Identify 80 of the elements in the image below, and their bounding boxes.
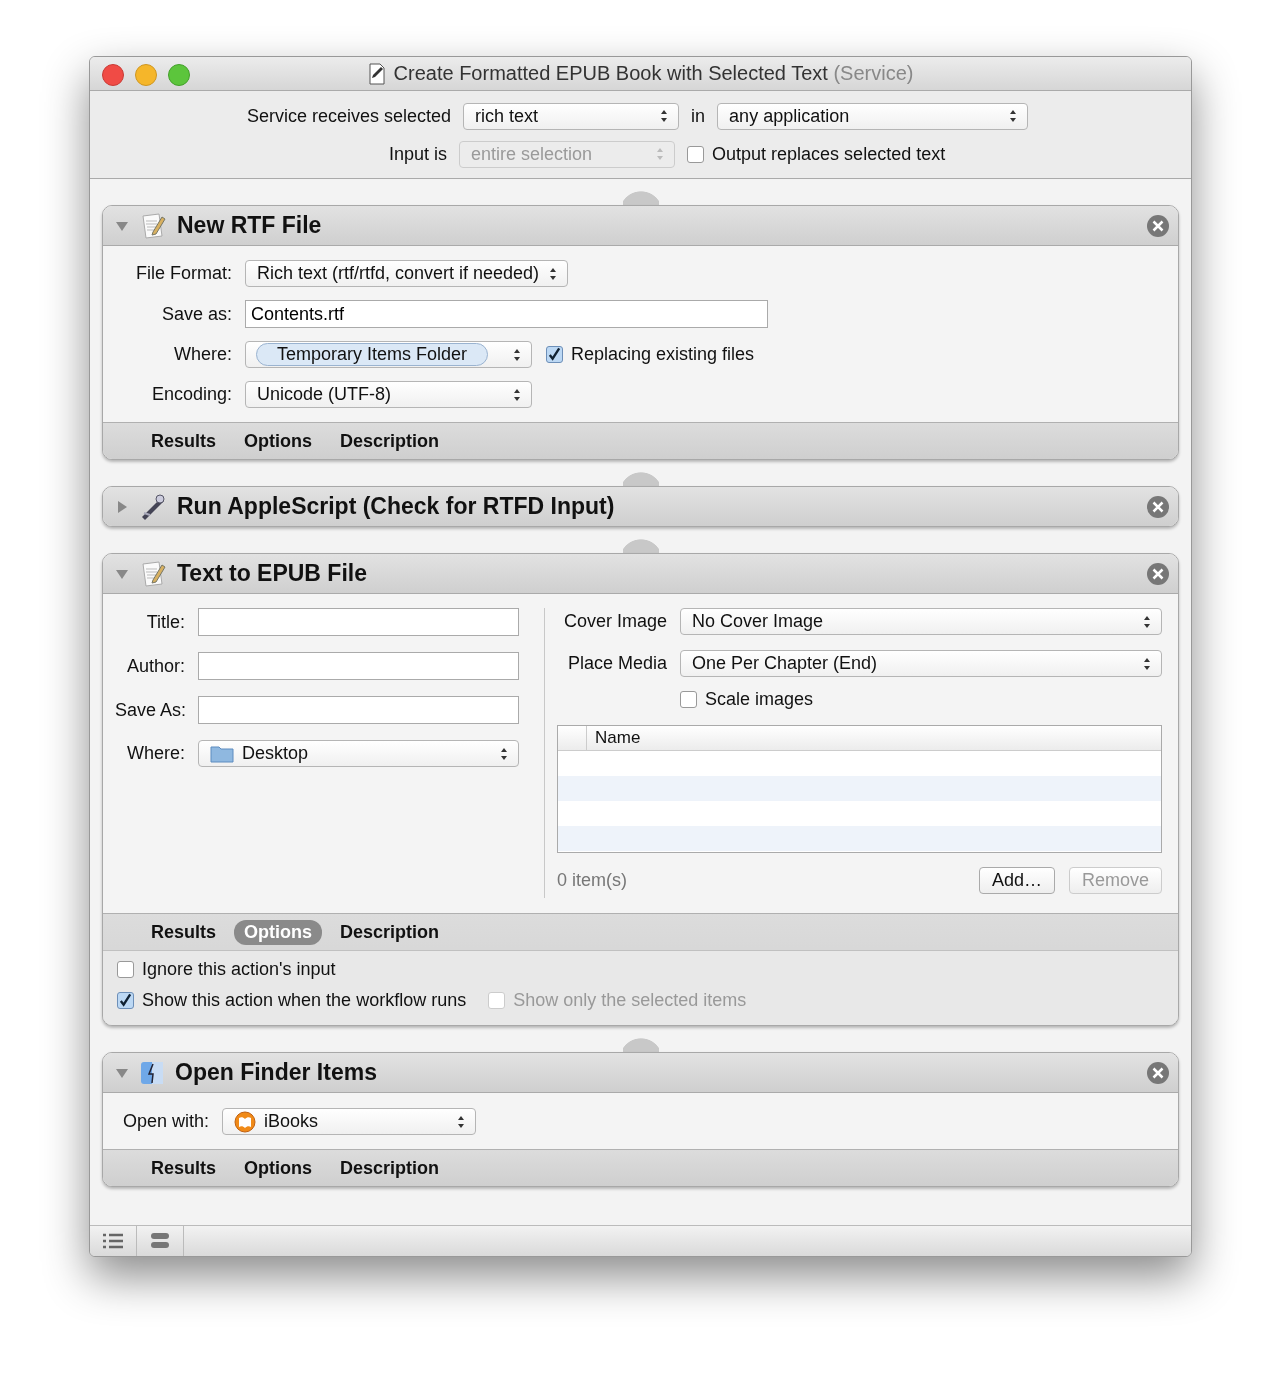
updown-arrows-icon	[457, 1114, 465, 1129]
updown-arrows-icon	[1009, 109, 1018, 123]
text-field[interactable]	[198, 652, 519, 680]
close-icon[interactable]	[1146, 1060, 1170, 1085]
text-field[interactable]: Contents.rtf	[245, 300, 768, 328]
checkbox[interactable]	[680, 691, 697, 708]
stacked-bars-icon	[149, 1232, 171, 1250]
popup-button[interactable]: Rich text (rtf/rtfd, convert if needed)	[245, 260, 569, 287]
updown-arrows-icon	[1143, 614, 1151, 629]
popup-button[interactable]: Unicode (UTF-8)	[245, 381, 532, 408]
close-button[interactable]	[102, 64, 124, 86]
document-icon	[139, 559, 167, 588]
checkbox-label: Scale images	[705, 689, 814, 710]
item-count: 0 item(s)	[557, 870, 627, 891]
field-label: Author:	[125, 655, 185, 677]
checkbox-label: Show only the selected items	[513, 990, 747, 1011]
zoom-button[interactable]	[168, 64, 190, 86]
checkbox[interactable]	[117, 992, 134, 1009]
in-label: in	[691, 105, 706, 127]
updown-arrows-icon	[1143, 656, 1151, 671]
checkbox-label: Replacing existing files	[571, 344, 755, 365]
field-label: Place Media	[566, 653, 667, 674]
checkbox[interactable]	[687, 145, 705, 163]
field-label: Save as:	[160, 303, 232, 325]
field-label: Open with:	[121, 1111, 209, 1132]
action-title: New RTF File	[177, 212, 323, 239]
popup-button[interactable]: Temporary Items Folder	[245, 341, 532, 368]
disclosure-triangle-icon[interactable]	[115, 499, 129, 514]
action-title: Text to EPUB File	[177, 560, 368, 587]
checkbox-label: Show this action when the workflow runs	[142, 990, 467, 1011]
field-label: Cover Image	[562, 611, 667, 632]
tab[interactable]: Description	[330, 919, 450, 945]
updown-arrows-icon	[656, 147, 665, 161]
field-label: Where:	[125, 743, 185, 764]
action-title: Open Finder Items	[175, 1059, 378, 1086]
folder-icon	[210, 744, 234, 763]
field-label: Encoding:	[150, 384, 232, 405]
tab[interactable]: Results	[141, 919, 227, 945]
close-icon[interactable]	[1146, 561, 1170, 586]
tab[interactable]: Options	[234, 428, 323, 454]
column-header[interactable]: Name	[586, 726, 641, 750]
tab[interactable]: Results	[141, 428, 227, 454]
tab[interactable]: Description	[330, 1155, 450, 1181]
application-popup[interactable]: any application	[717, 102, 1029, 130]
updown-arrows-icon	[500, 746, 508, 761]
text-field[interactable]	[198, 696, 519, 724]
updown-arrows-icon	[549, 266, 558, 281]
updown-arrows-icon	[513, 387, 521, 402]
action-title: Run AppleScript (Check for RTFD Input)	[177, 493, 616, 520]
receives-label: Service receives selected	[247, 105, 452, 127]
input-type-popup[interactable]: rich text	[463, 102, 680, 130]
document-icon	[139, 211, 167, 240]
popup-button[interactable]: Desktop	[198, 740, 519, 767]
popup-button[interactable]: iBooks	[222, 1108, 476, 1135]
minimize-button[interactable]	[135, 64, 157, 86]
tab[interactable]: Results	[141, 1155, 227, 1181]
field-label: Title:	[145, 611, 185, 633]
field-label: File Format:	[135, 263, 232, 284]
updown-arrows-icon	[660, 109, 669, 123]
list-icon	[102, 1233, 124, 1249]
checkbox-label: Ignore this action's input	[142, 959, 336, 980]
book-app-icon	[234, 1110, 256, 1133]
updown-arrows-icon	[513, 347, 521, 362]
tab[interactable]: Description	[330, 428, 450, 454]
field-label: Where:	[172, 344, 232, 365]
checkbox[interactable]	[546, 346, 563, 363]
input-label: Input is	[389, 143, 448, 165]
close-icon[interactable]	[1146, 494, 1170, 519]
close-icon[interactable]	[1146, 213, 1170, 238]
window-title: Create Formatted EPUB Book with Selected Text (Service)	[393, 62, 914, 85]
popup-button[interactable]: One Per Chapter (End)	[680, 650, 1162, 677]
document-icon	[367, 62, 386, 85]
field-label: Save As:	[115, 699, 185, 721]
push-button[interactable]: Add…	[978, 867, 1055, 894]
finder-icon	[139, 1059, 165, 1086]
popup-button[interactable]: No Cover Image	[680, 608, 1162, 635]
text-field[interactable]	[198, 608, 519, 636]
checkbox[interactable]	[117, 961, 134, 978]
tab[interactable]: Options	[234, 1155, 323, 1181]
checkbox-label: Output replaces selected text	[712, 143, 946, 165]
